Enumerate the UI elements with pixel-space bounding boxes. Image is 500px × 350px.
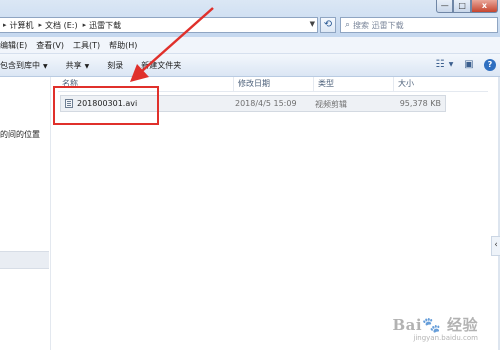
menu-tools[interactable]: 工具(T) <box>73 40 100 51</box>
include-in-library-button[interactable]: 包含到库中 ▼ <box>0 60 48 71</box>
baidu-jingyan-watermark: Bai🐾 经验 jingyan.baidu.com <box>393 314 479 342</box>
share-label: 共享 <box>65 60 82 70</box>
new-folder-button[interactable]: 新建文件夹 <box>141 60 181 71</box>
maximize-button[interactable]: □ <box>453 0 471 13</box>
chevron-left-icon[interactable]: ‹ <box>491 236 500 256</box>
column-date-modified[interactable]: 修改日期 <box>234 77 314 91</box>
navigation-pane: 的间的位置 <box>0 77 51 350</box>
column-size[interactable]: 大小 <box>394 77 488 91</box>
watermark-url: jingyan.baidu.com <box>413 334 478 342</box>
window-controls: — □ x <box>436 0 499 13</box>
file-date-modified: 2018/4/5 15:09 <box>235 99 297 108</box>
search-placeholder: 搜索 迅雷下载 <box>353 20 404 30</box>
breadcrumb-separator-icon[interactable]: ▸ <box>83 21 87 29</box>
chevron-down-icon: ▼ <box>43 62 48 70</box>
address-history-dropdown-icon[interactable]: ▼ <box>310 20 315 28</box>
search-icon: ⌕ <box>345 20 351 30</box>
include-in-library-label: 包含到库中 <box>0 60 40 70</box>
title-bar: — □ x ▸ 计算机 ▸ 文档 (E:) ▸ 迅雷下载 ▼ ⟲ ⌕ 搜索 迅雷… <box>0 0 500 37</box>
nav-item-recent-places[interactable]: 的间的位置 <box>0 129 40 140</box>
column-type[interactable]: 类型 <box>314 77 394 91</box>
search-input[interactable]: ⌕ 搜索 迅雷下载 <box>340 17 498 33</box>
toolbar-right-group: ☷ ▼ ▣ ? <box>425 58 496 71</box>
menu-help[interactable]: 帮助(H) <box>109 40 137 51</box>
refresh-button[interactable]: ⟲ <box>320 17 336 33</box>
menu-view[interactable]: 查看(V) <box>36 40 64 51</box>
view-options-icon[interactable]: ☷ <box>433 58 447 71</box>
file-size: 95,378 KB <box>399 99 441 108</box>
address-root-chevron-icon[interactable]: ▸ <box>3 21 7 29</box>
close-button[interactable]: x <box>470 0 499 13</box>
watermark-brand: Bai🐾 经验 <box>392 316 478 334</box>
menu-bar: 编辑(E) 查看(V) 工具(T) 帮助(H) <box>0 37 500 54</box>
chevron-down-icon: ▼ <box>84 62 90 70</box>
help-icon[interactable]: ? <box>484 58 496 71</box>
file-type: 视频剪辑 <box>315 100 347 109</box>
view-options-dropdown-icon[interactable]: ▼ <box>448 58 454 71</box>
command-toolbar: 包含到库中 ▼ 共享 ▼ 刻录 新建文件夹 ☷ ▼ ▣ ? <box>0 54 500 77</box>
nav-selected-band[interactable] <box>0 251 49 269</box>
address-bar[interactable]: ▸ 计算机 ▸ 文档 (E:) ▸ 迅雷下载 ▼ <box>0 17 318 33</box>
preview-pane-icon[interactable]: ▣ <box>462 58 476 71</box>
minimize-button[interactable]: — <box>436 0 454 13</box>
menu-edit[interactable]: 编辑(E) <box>0 40 27 51</box>
burn-button[interactable]: 刻录 <box>107 60 123 71</box>
share-button[interactable]: 共享 ▼ <box>66 60 90 71</box>
annotation-highlight-box <box>53 86 159 125</box>
breadcrumb-drive-e[interactable]: 文档 (E:) <box>45 20 78 31</box>
breadcrumb-separator-icon[interactable]: ▸ <box>39 21 43 29</box>
breadcrumb-xunlei-downloads[interactable]: 迅雷下载 <box>89 20 121 31</box>
breadcrumb-computer[interactable]: 计算机 <box>10 20 34 31</box>
